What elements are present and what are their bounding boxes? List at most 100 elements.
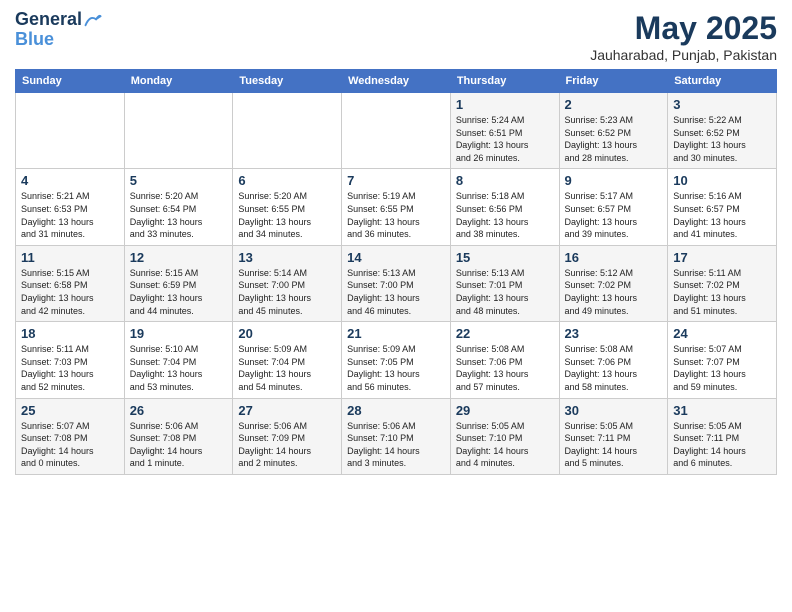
calendar-cell <box>124 93 233 169</box>
day-number: 7 <box>347 173 445 188</box>
title-block: May 2025 Jauharabad, Punjab, Pakistan <box>590 10 777 63</box>
day-info: Sunrise: 5:16 AM Sunset: 6:57 PM Dayligh… <box>673 190 771 240</box>
calendar-subtitle: Jauharabad, Punjab, Pakistan <box>590 47 777 63</box>
day-number: 17 <box>673 250 771 265</box>
calendar-cell: 1 Sunrise: 5:24 AM Sunset: 6:51 PM Daylig… <box>450 93 559 169</box>
calendar-cell: 6 Sunrise: 5:20 AM Sunset: 6:55 PM Daylig… <box>233 169 342 245</box>
calendar-cell: 20 Sunrise: 5:09 AM Sunset: 7:04 PM Dayli… <box>233 322 342 398</box>
day-info: Sunrise: 5:20 AM Sunset: 6:55 PM Dayligh… <box>238 190 336 240</box>
day-number: 24 <box>673 326 771 341</box>
calendar-cell: 15Sunrise: 5:13 AM Sunset: 7:01 PM Dayli… <box>450 245 559 321</box>
calendar-cell: 29Sunrise: 5:05 AM Sunset: 7:10 PM Dayli… <box>450 398 559 474</box>
calendar-week-2: 4 Sunrise: 5:21 AM Sunset: 6:53 PM Daylig… <box>16 169 777 245</box>
day-info: Sunrise: 5:09 AM Sunset: 7:04 PM Dayligh… <box>238 343 336 393</box>
day-number: 8 <box>456 173 554 188</box>
calendar-cell: 5 Sunrise: 5:20 AM Sunset: 6:54 PM Daylig… <box>124 169 233 245</box>
day-number: 23 <box>565 326 663 341</box>
day-number: 12 <box>130 250 228 265</box>
day-number: 6 <box>238 173 336 188</box>
day-number: 31 <box>673 403 771 418</box>
calendar-cell: 23 Sunrise: 5:08 AM Sunset: 7:06 PM Dayli… <box>559 322 668 398</box>
calendar-cell: 2Sunrise: 5:23 AM Sunset: 6:52 PM Daylig… <box>559 93 668 169</box>
calendar-cell: 12 Sunrise: 5:15 AM Sunset: 6:59 PM Dayli… <box>124 245 233 321</box>
day-number: 19 <box>130 326 228 341</box>
day-info: Sunrise: 5:21 AM Sunset: 6:53 PM Dayligh… <box>21 190 119 240</box>
day-info: Sunrise: 5:20 AM Sunset: 6:54 PM Dayligh… <box>130 190 228 240</box>
day-info: Sunrise: 5:18 AM Sunset: 6:56 PM Dayligh… <box>456 190 554 240</box>
day-number: 26 <box>130 403 228 418</box>
day-info: Sunrise: 5:08 AM Sunset: 7:06 PM Dayligh… <box>456 343 554 393</box>
day-info: Sunrise: 5:07 AM Sunset: 7:07 PM Dayligh… <box>673 343 771 393</box>
day-info: Sunrise: 5:10 AM Sunset: 7:04 PM Dayligh… <box>130 343 228 393</box>
day-info: Sunrise: 5:06 AM Sunset: 7:10 PM Dayligh… <box>347 420 445 470</box>
day-number: 9 <box>565 173 663 188</box>
day-info: Sunrise: 5:06 AM Sunset: 7:09 PM Dayligh… <box>238 420 336 470</box>
day-number: 27 <box>238 403 336 418</box>
header-cell-thursday: Thursday <box>450 70 559 93</box>
calendar-header: SundayMondayTuesdayWednesdayThursdayFrid… <box>16 70 777 93</box>
day-number: 29 <box>456 403 554 418</box>
calendar-week-4: 18 Sunrise: 5:11 AM Sunset: 7:03 PM Dayli… <box>16 322 777 398</box>
day-info: Sunrise: 5:15 AM Sunset: 6:58 PM Dayligh… <box>21 267 119 317</box>
day-info: Sunrise: 5:15 AM Sunset: 6:59 PM Dayligh… <box>130 267 228 317</box>
calendar-week-1: 1 Sunrise: 5:24 AM Sunset: 6:51 PM Daylig… <box>16 93 777 169</box>
calendar-cell <box>342 93 451 169</box>
day-number: 11 <box>21 250 119 265</box>
day-info: Sunrise: 5:11 AM Sunset: 7:02 PM Dayligh… <box>673 267 771 317</box>
calendar-title: May 2025 <box>590 10 777 47</box>
day-number: 16 <box>565 250 663 265</box>
calendar-cell: 10 Sunrise: 5:16 AM Sunset: 6:57 PM Dayli… <box>668 169 777 245</box>
day-info: Sunrise: 5:24 AM Sunset: 6:51 PM Dayligh… <box>456 114 554 164</box>
calendar-cell: 22Sunrise: 5:08 AM Sunset: 7:06 PM Dayli… <box>450 322 559 398</box>
calendar-week-3: 11 Sunrise: 5:15 AM Sunset: 6:58 PM Dayli… <box>16 245 777 321</box>
day-info: Sunrise: 5:05 AM Sunset: 7:11 PM Dayligh… <box>565 420 663 470</box>
calendar-cell: 31 Sunrise: 5:05 AM Sunset: 7:11 PM Dayli… <box>668 398 777 474</box>
logo: General Blue <box>15 10 102 50</box>
calendar-cell: 3 Sunrise: 5:22 AM Sunset: 6:52 PM Daylig… <box>668 93 777 169</box>
day-number: 2 <box>565 97 663 112</box>
day-info: Sunrise: 5:13 AM Sunset: 7:01 PM Dayligh… <box>456 267 554 317</box>
calendar-cell: 13 Sunrise: 5:14 AM Sunset: 7:00 PM Dayli… <box>233 245 342 321</box>
calendar-cell: 24 Sunrise: 5:07 AM Sunset: 7:07 PM Dayli… <box>668 322 777 398</box>
day-info: Sunrise: 5:14 AM Sunset: 7:00 PM Dayligh… <box>238 267 336 317</box>
day-info: Sunrise: 5:11 AM Sunset: 7:03 PM Dayligh… <box>21 343 119 393</box>
day-number: 5 <box>130 173 228 188</box>
header-cell-saturday: Saturday <box>668 70 777 93</box>
header-cell-sunday: Sunday <box>16 70 125 93</box>
header-cell-monday: Monday <box>124 70 233 93</box>
header-cell-friday: Friday <box>559 70 668 93</box>
calendar-cell: 14Sunrise: 5:13 AM Sunset: 7:00 PM Dayli… <box>342 245 451 321</box>
calendar-cell: 7 Sunrise: 5:19 AM Sunset: 6:55 PM Daylig… <box>342 169 451 245</box>
day-info: Sunrise: 5:22 AM Sunset: 6:52 PM Dayligh… <box>673 114 771 164</box>
header-cell-wednesday: Wednesday <box>342 70 451 93</box>
day-number: 28 <box>347 403 445 418</box>
logo-icon <box>84 11 102 29</box>
logo-text: General <box>15 10 82 30</box>
day-number: 25 <box>21 403 119 418</box>
calendar-cell: 9Sunrise: 5:17 AM Sunset: 6:57 PM Daylig… <box>559 169 668 245</box>
calendar-cell: 8 Sunrise: 5:18 AM Sunset: 6:56 PM Daylig… <box>450 169 559 245</box>
day-number: 1 <box>456 97 554 112</box>
day-number: 18 <box>21 326 119 341</box>
day-info: Sunrise: 5:12 AM Sunset: 7:02 PM Dayligh… <box>565 267 663 317</box>
day-info: Sunrise: 5:05 AM Sunset: 7:11 PM Dayligh… <box>673 420 771 470</box>
day-number: 14 <box>347 250 445 265</box>
day-number: 10 <box>673 173 771 188</box>
day-info: Sunrise: 5:08 AM Sunset: 7:06 PM Dayligh… <box>565 343 663 393</box>
calendar-cell <box>16 93 125 169</box>
calendar-cell: 4 Sunrise: 5:21 AM Sunset: 6:53 PM Daylig… <box>16 169 125 245</box>
calendar-cell: 26 Sunrise: 5:06 AM Sunset: 7:08 PM Dayli… <box>124 398 233 474</box>
calendar-cell: 27 Sunrise: 5:06 AM Sunset: 7:09 PM Dayli… <box>233 398 342 474</box>
calendar-cell: 28 Sunrise: 5:06 AM Sunset: 7:10 PM Dayli… <box>342 398 451 474</box>
day-number: 20 <box>238 326 336 341</box>
day-number: 21 <box>347 326 445 341</box>
day-number: 4 <box>21 173 119 188</box>
calendar-cell: 17 Sunrise: 5:11 AM Sunset: 7:02 PM Dayli… <box>668 245 777 321</box>
day-info: Sunrise: 5:06 AM Sunset: 7:08 PM Dayligh… <box>130 420 228 470</box>
calendar-cell: 19 Sunrise: 5:10 AM Sunset: 7:04 PM Dayli… <box>124 322 233 398</box>
day-number: 3 <box>673 97 771 112</box>
day-number: 13 <box>238 250 336 265</box>
day-info: Sunrise: 5:19 AM Sunset: 6:55 PM Dayligh… <box>347 190 445 240</box>
header-cell-tuesday: Tuesday <box>233 70 342 93</box>
calendar-week-5: 25Sunrise: 5:07 AM Sunset: 7:08 PM Dayli… <box>16 398 777 474</box>
